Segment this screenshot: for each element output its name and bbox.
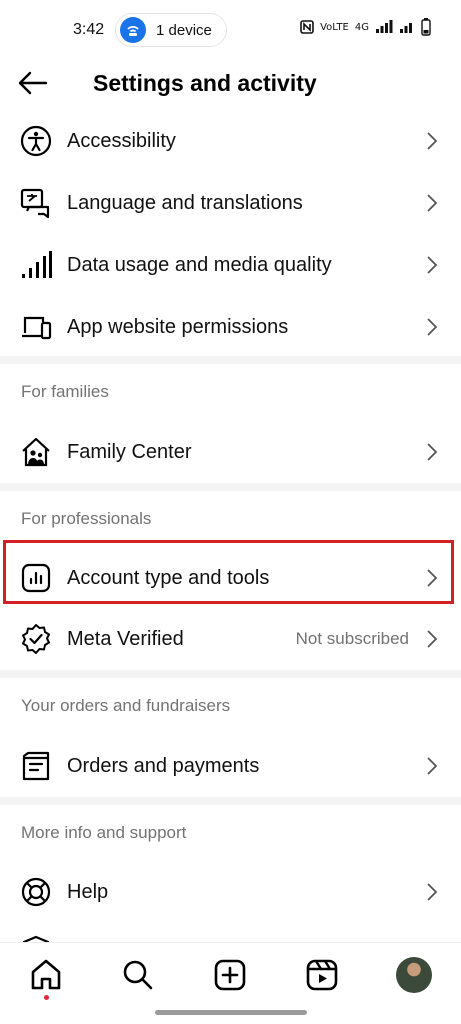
nav-profile-avatar[interactable] [396, 957, 432, 993]
settings-item-label: Accessibility [67, 129, 176, 152]
section-divider [0, 483, 461, 491]
home-icon [31, 959, 61, 990]
settings-item-app-permissions[interactable]: App website permissions [0, 296, 461, 358]
search-icon [123, 960, 153, 990]
status-bar: 3:42 1 device VoLTE 4G [0, 0, 461, 60]
hotspot-icon [120, 17, 146, 43]
system-icons: VoLTE 4G [300, 18, 431, 36]
settings-item-label: Orders and payments [67, 754, 260, 777]
section-header-families: For families [21, 382, 109, 401]
settings-item-label: Family Center [67, 440, 192, 463]
settings-item-label: Language and translations [67, 191, 303, 214]
chevron-right-icon [427, 318, 438, 336]
lifebuoy-icon [21, 877, 51, 907]
settings-item-family-center[interactable]: Family Center [0, 421, 461, 483]
receipt-icon [22, 751, 50, 781]
nav-search[interactable] [120, 957, 156, 993]
reels-icon [306, 959, 338, 991]
chevron-right-icon [427, 883, 438, 901]
chevron-right-icon [427, 194, 438, 212]
devices-icon [22, 316, 52, 340]
chevron-right-icon [427, 757, 438, 775]
notification-dot [44, 995, 49, 1000]
settings-item-orders[interactable]: Orders and payments [0, 735, 461, 797]
chevron-right-icon [427, 630, 438, 648]
section-header-orders: Your orders and fundraisers [21, 696, 231, 715]
settings-item-label: Data usage and media quality [67, 253, 332, 276]
accessibility-icon [20, 125, 52, 157]
section-divider [0, 797, 461, 805]
chevron-right-icon [427, 256, 438, 274]
verified-badge-icon [22, 624, 50, 654]
settings-item-data-usage[interactable]: Data usage and media quality [0, 234, 461, 296]
subscription-status: Not subscribed [295, 629, 409, 648]
back-button[interactable] [16, 68, 56, 104]
section-header-support: More info and support [21, 823, 187, 842]
translate-icon [20, 188, 50, 219]
back-arrow-icon [18, 71, 48, 95]
signal-2-icon [400, 23, 412, 33]
nfc-icon [300, 20, 314, 34]
section-divider [0, 356, 461, 364]
network-label: 4G [354, 21, 369, 33]
create-icon [214, 959, 246, 991]
chevron-right-icon [427, 132, 438, 150]
family-home-icon [22, 437, 50, 467]
chevron-right-icon [427, 443, 438, 461]
nav-home[interactable] [28, 957, 64, 993]
settings-item-accessibility[interactable]: Accessibility [0, 110, 461, 172]
carrier-label: VoLTE [320, 21, 349, 33]
signal-icon [376, 20, 393, 33]
highlight-box [3, 540, 454, 604]
settings-item-help[interactable]: Help [0, 861, 461, 923]
settings-item-label: Meta Verified [67, 627, 184, 650]
gesture-home-bar[interactable] [155, 1010, 307, 1015]
nav-create[interactable] [212, 957, 248, 993]
settings-item-meta-verified[interactable]: Meta Verified Not subscribed [0, 608, 461, 670]
status-time: 3:42 [73, 21, 105, 38]
battery-icon [421, 18, 431, 36]
nav-reels[interactable] [304, 957, 340, 993]
section-divider [0, 670, 461, 678]
settings-item-language[interactable]: Language and translations [0, 172, 461, 234]
settings-item-label: Help [67, 880, 109, 903]
settings-item-label: App website permissions [67, 315, 289, 338]
device-pill[interactable]: 1 device [115, 13, 227, 47]
section-header-professionals: For professionals [21, 509, 152, 528]
page-header: Settings and activity [0, 60, 461, 112]
page-title: Settings and activity [93, 70, 317, 96]
signal-bars-icon [22, 251, 52, 278]
device-count-label: 1 device [156, 21, 212, 39]
